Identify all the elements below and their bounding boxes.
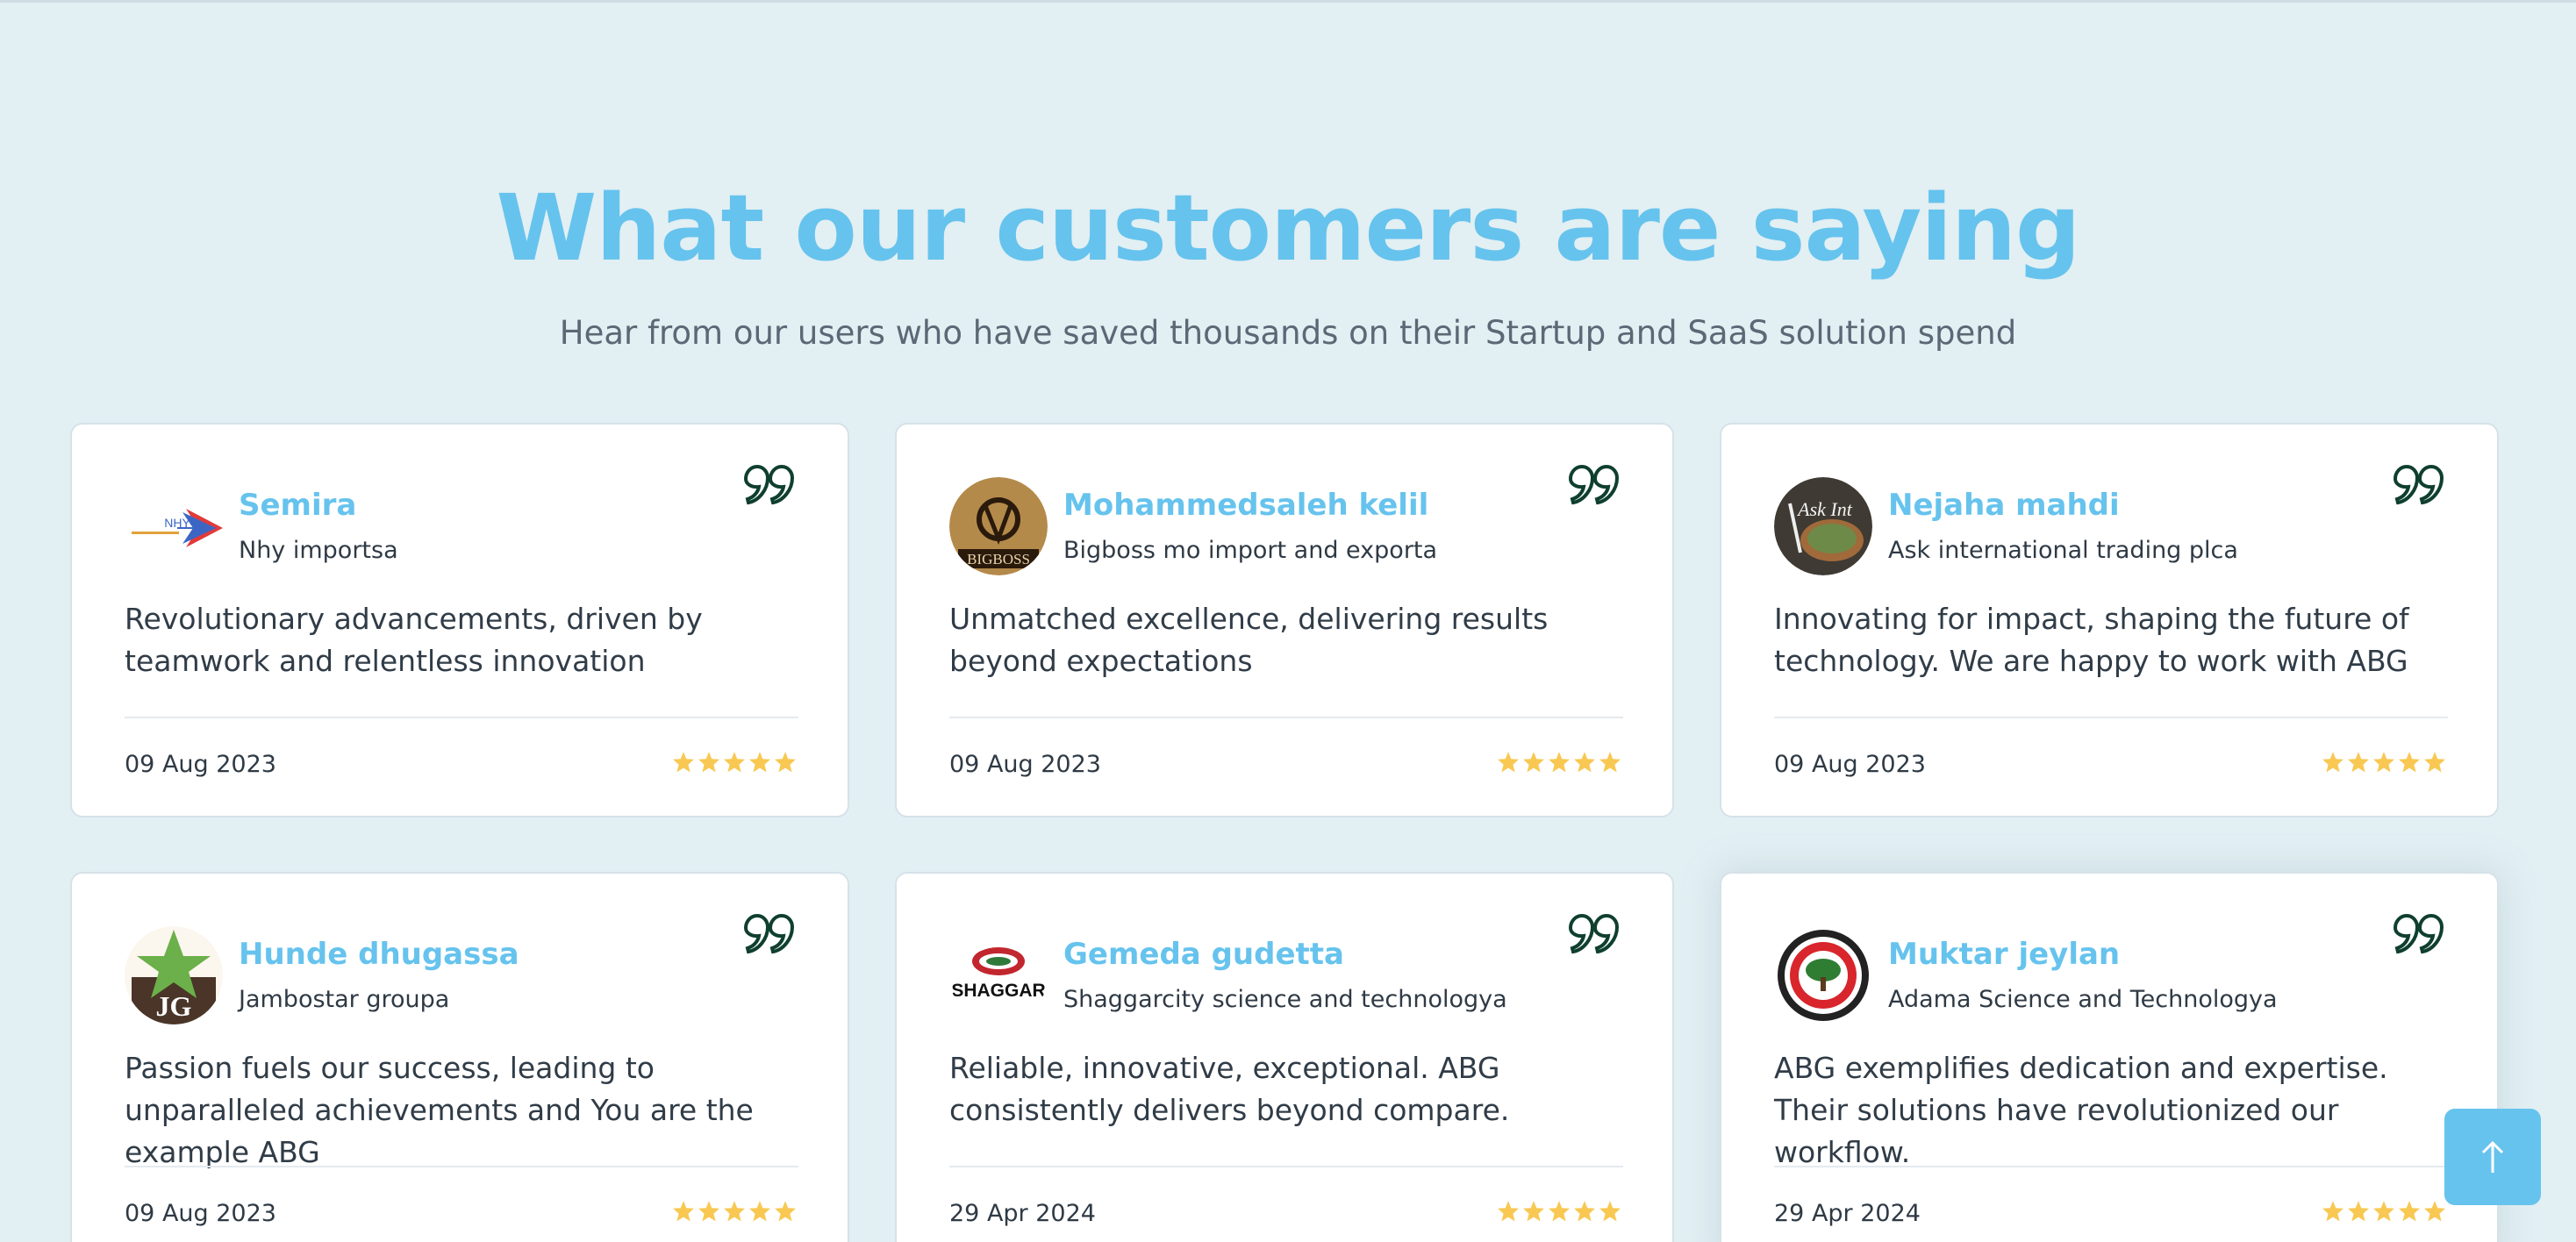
star-icon	[2399, 1201, 2420, 1222]
star-icon	[1574, 1201, 1595, 1222]
quote-icon	[1568, 464, 1620, 505]
star-icon	[2424, 752, 2445, 773]
card-divider	[1774, 717, 2448, 718]
star-icon	[2373, 1201, 2394, 1222]
testimonial-card: Ask Int Nejaha mahdi Ask international t…	[1720, 423, 2499, 817]
customer-name: Hunde dhugassa	[239, 937, 519, 972]
company-logo: Ask Int	[1774, 477, 1872, 575]
star-icon	[698, 1201, 719, 1222]
star-icon	[1599, 752, 1621, 773]
testimonial-date: 09 Aug 2023	[125, 1200, 276, 1227]
card-divider	[949, 717, 1623, 718]
star-rating	[1494, 1200, 1621, 1226]
star-icon	[749, 1201, 770, 1222]
star-rating	[2319, 1200, 2446, 1226]
svg-text:NHY: NHY	[164, 516, 190, 530]
star-icon	[2322, 752, 2343, 773]
arrow-up-icon	[2481, 1140, 2504, 1173]
testimonial-date: 29 Apr 2024	[949, 1200, 1096, 1227]
star-icon	[673, 1201, 694, 1222]
star-icon	[2373, 752, 2394, 773]
testimonial-text: Passion fuels our success, leading to un…	[125, 1051, 754, 1169]
quote-icon	[2393, 464, 2444, 505]
testimonials-section: What our customers are saying Hear from …	[0, 0, 2576, 1242]
star-icon	[1599, 1201, 1621, 1222]
section-subtitle: Hear from our users who have saved thous…	[559, 314, 2017, 352]
star-rating	[1494, 751, 1621, 777]
star-icon	[2348, 752, 2369, 773]
star-icon	[724, 752, 745, 773]
customer-company: Nhy importsa	[239, 537, 398, 564]
testimonial-card: SHAGGAR Gemeda gudetta Shaggarcity scien…	[895, 872, 1674, 1242]
company-logo: JG	[125, 926, 223, 1024]
scroll-to-top-button[interactable]	[2444, 1109, 2541, 1205]
star-icon	[1549, 752, 1570, 773]
testimonial-text: Reliable, innovative, exceptional. ABG c…	[949, 1051, 1510, 1127]
star-icon	[2424, 1201, 2445, 1222]
star-icon	[1498, 1201, 1519, 1222]
section-title: What our customers are saying	[496, 175, 2081, 282]
customer-name: Nejaha mahdi	[1888, 488, 2120, 523]
star-icon	[2348, 1201, 2369, 1222]
card-divider	[949, 1166, 1623, 1167]
testimonial-card: Muktar jeylan Adama Science and Technolo…	[1720, 872, 2499, 1242]
star-icon	[1523, 752, 1544, 773]
testimonial-card: BIGBOSS Mohammedsaleh kelil Bigboss mo i…	[895, 423, 1674, 817]
svg-text:BIGBOSS: BIGBOSS	[967, 551, 1030, 567]
testimonial-date: 29 Apr 2024	[1774, 1200, 1921, 1227]
star-icon	[1523, 1201, 1544, 1222]
star-rating	[2319, 751, 2446, 777]
star-icon	[1498, 752, 1519, 773]
star-icon	[2399, 752, 2420, 773]
testimonial-card: NHY Semira Nhy importsa Revolutionary ad…	[70, 423, 849, 817]
customer-company: Bigboss mo import and exporta	[1063, 537, 1438, 564]
star-icon	[775, 1201, 796, 1222]
testimonial-text: Revolutionary advancements, driven by te…	[125, 602, 703, 678]
star-icon	[775, 752, 796, 773]
testimonial-text: Unmatched excellence, delivering results…	[949, 602, 1549, 678]
quote-icon	[2393, 913, 2444, 954]
star-icon	[673, 752, 694, 773]
quote-icon	[743, 464, 795, 505]
testimonial-date: 09 Aug 2023	[125, 751, 276, 778]
star-rating	[669, 751, 797, 777]
customer-company: Ask international trading plca	[1888, 537, 2238, 564]
card-divider	[125, 1166, 798, 1167]
testimonial-card: JG Hunde dhugassa Jambostar groupa Passi…	[70, 872, 849, 1242]
testimonial-date: 09 Aug 2023	[1774, 751, 1926, 778]
quote-icon	[743, 913, 795, 954]
customer-name: Semira	[239, 488, 357, 523]
customer-name: Gemeda gudetta	[1063, 937, 1344, 972]
customer-name: Mohammedsaleh kelil	[1063, 488, 1429, 523]
company-logo: SHAGGAR	[949, 926, 1048, 1024]
star-icon	[724, 1201, 745, 1222]
svg-text:SHAGGAR: SHAGGAR	[951, 981, 1045, 1001]
customer-name: Muktar jeylan	[1888, 937, 2121, 972]
company-logo: BIGBOSS	[949, 477, 1048, 575]
svg-text:Ask Int: Ask Int	[1796, 498, 1853, 520]
company-logo	[1774, 926, 1872, 1024]
star-rating	[669, 1200, 797, 1226]
customer-company: Jambostar groupa	[239, 986, 450, 1013]
star-icon	[2322, 1201, 2343, 1222]
star-icon	[1549, 1201, 1570, 1222]
top-divider	[0, 0, 2576, 3]
customer-company: Shaggarcity science and technologya	[1063, 986, 1507, 1013]
card-divider	[125, 717, 798, 718]
quote-icon	[1568, 913, 1620, 954]
customer-company: Adama Science and Technologya	[1888, 986, 2278, 1013]
testimonial-text: ABG exemplifies dedication and expertise…	[1774, 1051, 2388, 1169]
testimonial-date: 09 Aug 2023	[949, 751, 1101, 778]
card-divider	[1774, 1166, 2448, 1167]
star-icon	[698, 752, 719, 773]
testimonial-text: Innovating for impact, shaping the futur…	[1774, 602, 2409, 678]
company-logo: NHY	[125, 477, 223, 575]
svg-text:JG: JG	[156, 990, 192, 1022]
star-icon	[749, 752, 770, 773]
star-icon	[1574, 752, 1595, 773]
